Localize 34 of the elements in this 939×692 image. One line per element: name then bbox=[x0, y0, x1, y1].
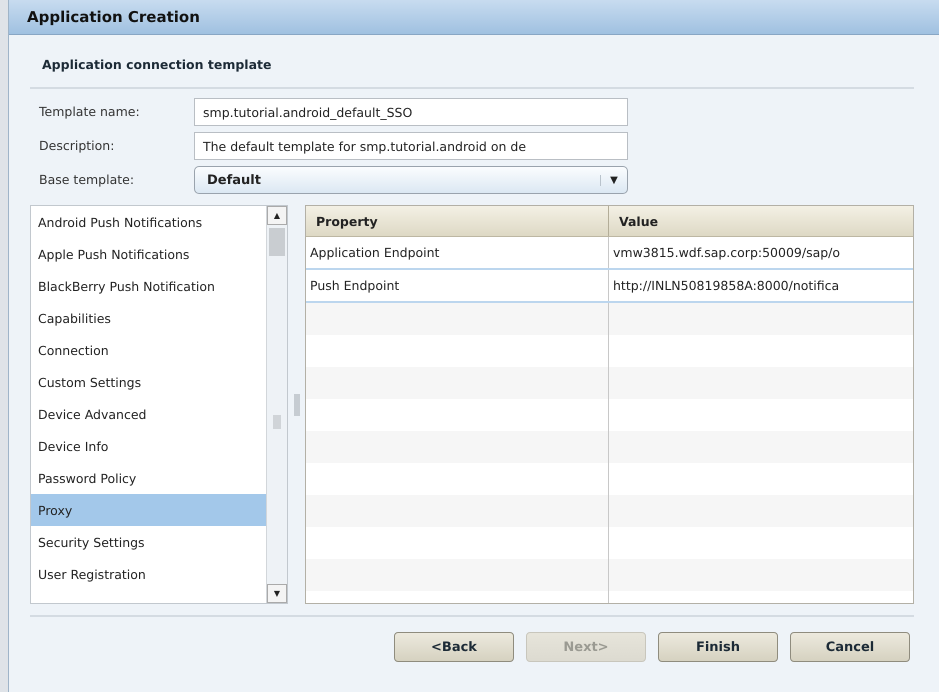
category-item[interactable]: Capabilities bbox=[31, 302, 266, 334]
wizard-button[interactable]: Finish bbox=[658, 632, 778, 662]
input-field[interactable]: smp.tutorial.android_default_SSO bbox=[194, 98, 628, 126]
field-label: Base template: bbox=[39, 172, 136, 188]
field-label: Description: bbox=[39, 138, 116, 154]
category-item[interactable]: Password Policy bbox=[31, 462, 266, 494]
column-header[interactable]: Property bbox=[306, 206, 608, 236]
table-cell: vmw3815.wdf.sap.corp:50009/sap/o bbox=[608, 237, 913, 268]
category-item[interactable]: Device Advanced bbox=[31, 398, 266, 430]
category-item[interactable]: Device Info bbox=[31, 430, 266, 462]
base-template-dropdown[interactable]: Default ▼ bbox=[194, 166, 628, 194]
category-item[interactable]: Android Push Notifications bbox=[31, 206, 266, 238]
category-item[interactable]: Custom Settings bbox=[31, 366, 266, 398]
wizard-button[interactable]: Cancel bbox=[790, 632, 910, 662]
category-item[interactable]: Connection bbox=[31, 334, 266, 366]
scroll-down-button[interactable]: ▼ bbox=[267, 584, 287, 603]
field-label: Template name: bbox=[39, 104, 141, 120]
category-item[interactable]: Apple Push Notifications bbox=[31, 238, 266, 270]
category-item[interactable]: User Registration bbox=[31, 558, 266, 590]
scroll-grip bbox=[273, 414, 281, 428]
wizard-button[interactable]: <Back bbox=[394, 632, 514, 662]
table-cell-text: Application Endpoint bbox=[309, 244, 440, 262]
category-item[interactable]: Security Settings bbox=[31, 526, 266, 558]
table-cell: http://INLN50819858A:8000/notifica bbox=[608, 270, 913, 301]
category-item[interactable]: BlackBerry Push Notification bbox=[31, 270, 266, 302]
window-title: Application Creation bbox=[27, 8, 200, 26]
scroll-thumb[interactable] bbox=[269, 228, 285, 256]
input-field[interactable]: The default template for smp.tutorial.android on de bbox=[194, 132, 628, 160]
category-item[interactable]: Proxy bbox=[31, 494, 266, 526]
column-header[interactable]: Value bbox=[608, 206, 913, 236]
section-title: Application connection template bbox=[41, 56, 272, 74]
table-cell-text: Push Endpoint bbox=[309, 277, 400, 295]
scroll-up-button[interactable]: ▲ bbox=[267, 206, 287, 225]
splitter-handle[interactable] bbox=[294, 394, 300, 416]
